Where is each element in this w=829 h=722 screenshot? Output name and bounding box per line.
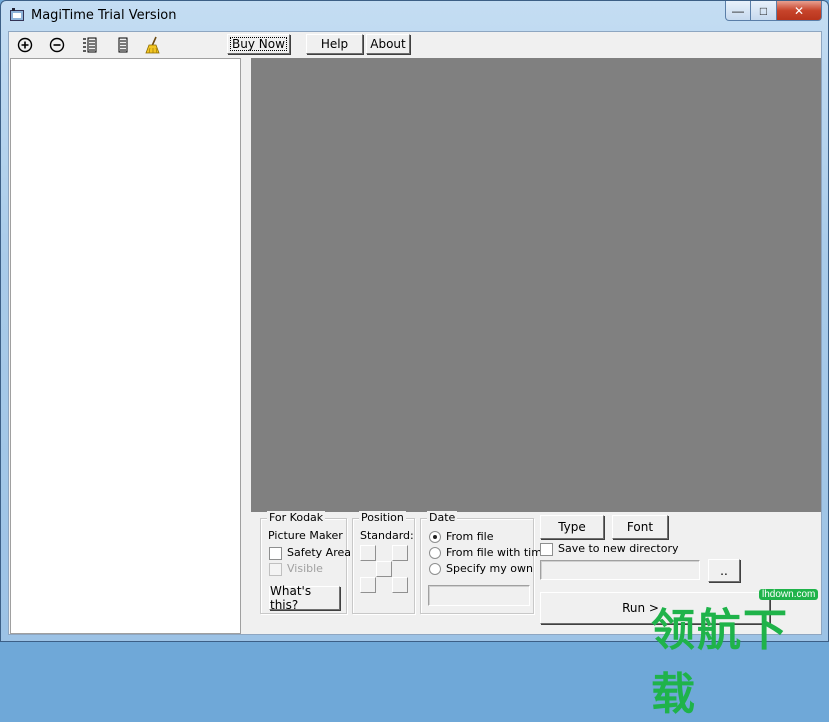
watermark-text: 领航下载: [651, 605, 789, 720]
date-from-file-radio[interactable]: [429, 531, 441, 543]
toolbar: Buy Now Help About: [9, 32, 821, 57]
date-from-file-label: From file: [446, 530, 494, 543]
position-bottom-left[interactable]: [360, 577, 376, 593]
columns-icon[interactable]: [114, 36, 132, 54]
minimize-icon: —: [732, 3, 744, 18]
minimize-button[interactable]: —: [725, 1, 751, 21]
position-bottom-right[interactable]: [392, 577, 408, 593]
add-icon[interactable]: [16, 36, 34, 54]
position-top-center[interactable]: [376, 545, 392, 561]
app-icon: [10, 8, 24, 21]
title-bar[interactable]: MagiTime Trial Version — □ ✕: [1, 1, 828, 31]
file-list-panel[interactable]: [10, 58, 241, 634]
date-specify-own-label: Specify my own: [446, 562, 533, 575]
safety-area-checkbox[interactable]: [269, 547, 282, 560]
kodak-group-legend: For Kodak: [267, 511, 326, 524]
kodak-subtitle: Picture Maker: [268, 529, 343, 542]
client-area: Buy Now Help About For Kodak Picture Mak…: [8, 31, 822, 635]
position-middle-center[interactable]: [376, 561, 392, 577]
position-standard-label: Standard:: [360, 529, 414, 542]
save-new-directory-checkbox[interactable]: [540, 543, 553, 556]
browse-button[interactable]: ..: [708, 559, 740, 582]
date-from-file-with-time-radio[interactable]: [429, 547, 441, 559]
broom-icon[interactable]: [144, 36, 162, 54]
list-icon[interactable]: [80, 36, 98, 54]
safety-area-label: Safety Area: [287, 546, 351, 559]
position-group: Position Standard:: [352, 511, 415, 614]
buy-now-button[interactable]: Buy Now: [227, 34, 290, 54]
type-button[interactable]: Type: [540, 515, 604, 539]
maximize-icon: □: [759, 3, 768, 18]
window-title: MagiTime Trial Version: [31, 8, 177, 23]
date-group: Date From file From file with time Speci…: [420, 511, 549, 614]
watermark-logo: 领航下载 lhdown.com: [641, 584, 829, 720]
font-button[interactable]: Font: [612, 515, 668, 539]
remove-icon[interactable]: [48, 36, 66, 54]
visible-label: Visible: [287, 562, 323, 575]
directory-path-input[interactable]: [540, 560, 700, 580]
kodak-group: For Kodak Picture Maker Safety Area Visi…: [260, 511, 351, 614]
date-from-file-with-time-label: From file with time: [446, 546, 549, 559]
close-icon: ✕: [793, 3, 805, 18]
help-button[interactable]: Help: [306, 34, 363, 54]
date-specify-own-radio[interactable]: [429, 563, 441, 575]
window-controls: — □ ✕: [725, 1, 822, 22]
close-button[interactable]: ✕: [777, 1, 822, 21]
image-preview: [251, 58, 821, 512]
whats-this-button[interactable]: What's this?: [269, 584, 340, 612]
about-button[interactable]: About: [366, 34, 410, 54]
maximize-button[interactable]: □: [751, 1, 777, 21]
visible-checkbox[interactable]: [269, 563, 282, 576]
position-group-legend: Position: [359, 511, 406, 524]
panel-splitter[interactable]: [241, 58, 250, 634]
watermark-url: lhdown.com: [759, 589, 819, 600]
position-top-left[interactable]: [360, 545, 376, 561]
date-custom-input[interactable]: [428, 585, 530, 606]
save-new-directory-label: Save to new directory: [558, 542, 679, 555]
position-top-right[interactable]: [392, 545, 408, 561]
date-group-legend: Date: [427, 511, 458, 524]
app-window: MagiTime Trial Version — □ ✕ Buy Now Hel…: [0, 0, 829, 720]
